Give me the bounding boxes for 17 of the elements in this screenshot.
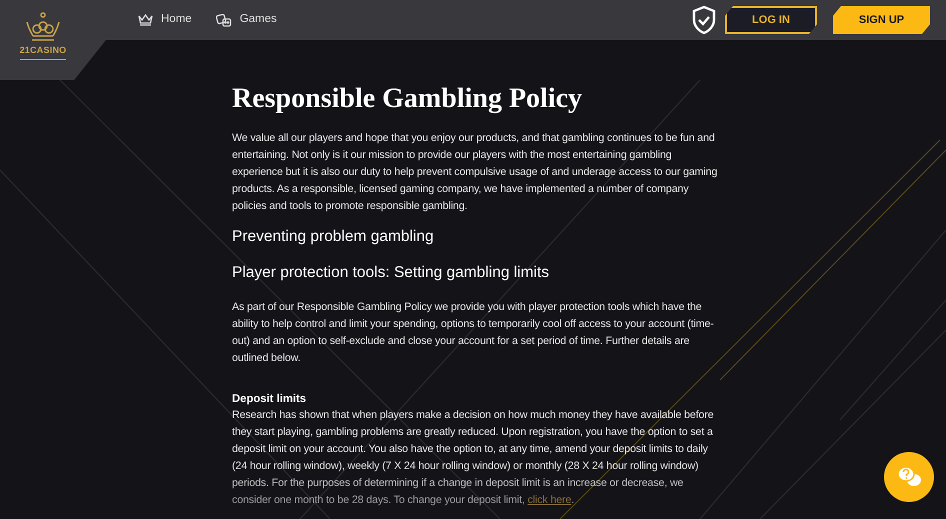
login-button[interactable]: LOG IN — [725, 6, 817, 34]
paragraph: Research has shown that when players make a decision on how much money they have available before they start playing, gambling problems are greatly reduced. Upon registration, you have the option to set a deposit limit on your account. You also have the option to, at any time, amend your deposit limits to daily (24 hour rolling window), weekly (7 X 24 hour rolling window) or monthly (28 X 24 hour rolling window) periods. For the purposes of determining if a change in deposit limit is an increase or decrease, we consider one month to be 28 days. To change your deposit limit, click here. — [232, 408, 715, 508]
dice-icon — [216, 14, 232, 26]
nav-link[interactable]: Games — [216, 11, 277, 29]
section-heading: Player protection tools: Setting gambling limits — [232, 263, 550, 283]
section-heading: Preventing problem gambling — [232, 227, 435, 247]
crown-icon — [138, 14, 153, 26]
nav-link[interactable]: Home — [138, 11, 192, 29]
click-here-link[interactable]: click here — [528, 494, 572, 506]
paragraph: As part of our Responsible Gambling Policy we provide you with player protection tools which have the ability to help control and limit your spending, options to temporarily cool off access to your account (time-out) and an option to self-exclude and close your account for a set period of time. Further details are outlined below. — [232, 300, 715, 366]
logo-text: 21CASINO — [20, 44, 66, 60]
signup-button[interactable]: SIGN UP — [833, 6, 930, 34]
shield-check-icon — [691, 5, 717, 35]
chat-button[interactable] — [884, 452, 934, 502]
page-title: Responsible Gambling Policy — [232, 82, 584, 116]
paragraph: We value all our players and hope that you enjoy our products, and that gambling continues to be fun and entertaining. Not only is it our mission to provide our players with the most entertaining gambling experience but it is also our duty to help prevent compulsive usage of and underage access to our gaming products. As a responsible, licensed gaming company, we have implemented a number of company policies and tools to promote responsible gambling. — [232, 131, 718, 214]
subsection-heading: Deposit limits — [232, 392, 308, 407]
